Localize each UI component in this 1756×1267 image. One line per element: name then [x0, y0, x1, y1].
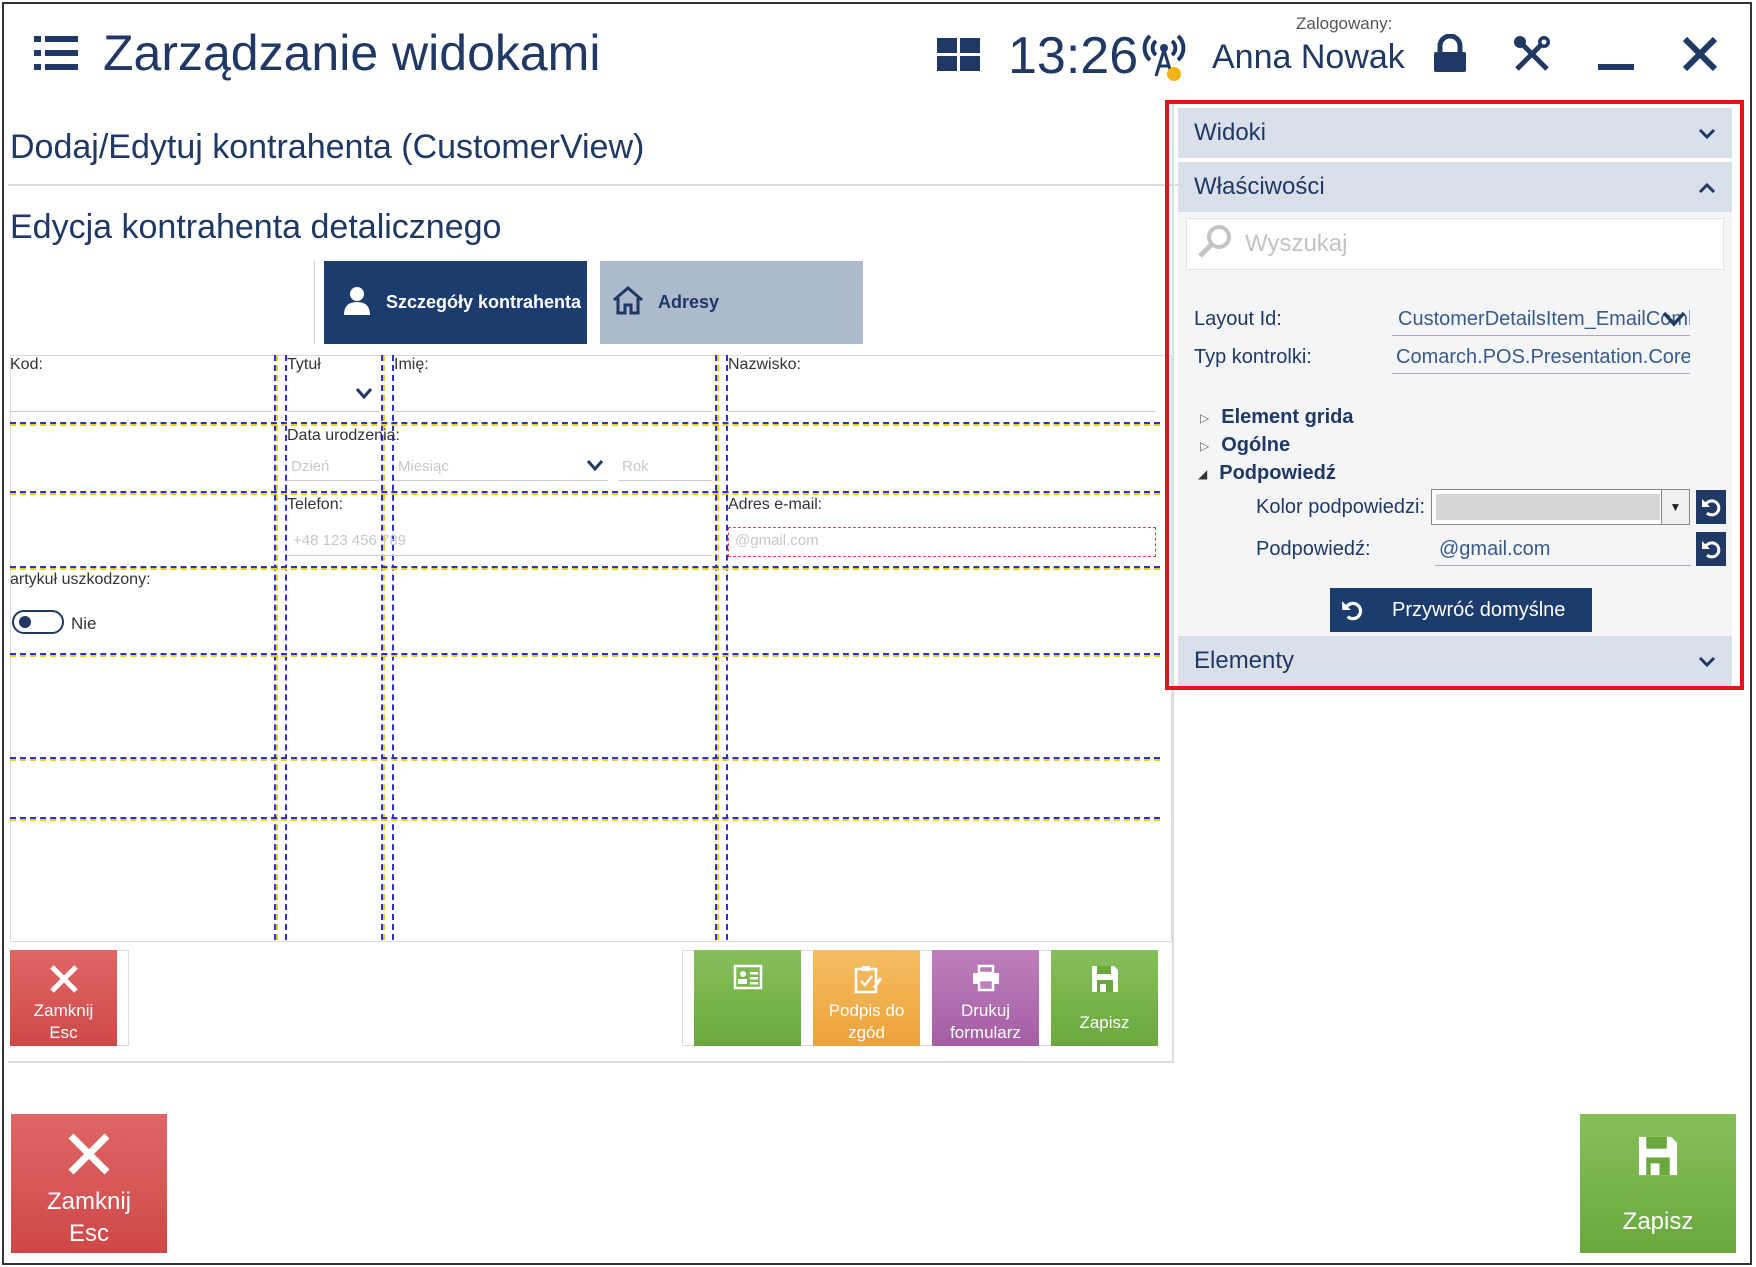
kod-input[interactable] — [10, 380, 272, 412]
day-input[interactable]: Dzień — [287, 456, 379, 481]
imie-input[interactable] — [394, 380, 712, 412]
save-button[interactable]: Zapisz — [1580, 1114, 1736, 1253]
tab-bracket — [314, 261, 324, 344]
tab-label: Szczegóły kontrahenta — [386, 292, 582, 312]
close-shortcut: Esc — [49, 1023, 78, 1042]
close-icon[interactable] — [1680, 34, 1724, 78]
email-input[interactable]: @gmail.com — [728, 527, 1156, 557]
kod-label: Kod: — [10, 356, 43, 373]
inner-close-button[interactable]: Zamknij Esc — [10, 950, 117, 1046]
inner-save-button[interactable]: Zapisz — [1051, 950, 1158, 1046]
close-shortcut: Esc — [68, 1220, 109, 1247]
hamburger-icon[interactable] — [34, 36, 78, 70]
grid-guide — [10, 759, 1160, 761]
signal-icon[interactable] — [1140, 28, 1188, 84]
month-select[interactable]: Miesiąc — [394, 456, 608, 481]
close-label: Zamknij — [46, 1188, 131, 1215]
highlight-frame — [1165, 100, 1744, 690]
save-label: Zapisz — [1079, 1013, 1130, 1032]
print-label-2: formularz — [950, 1023, 1021, 1042]
tytul-label: Tytuł — [287, 356, 321, 373]
tiles-icon[interactable] — [937, 38, 981, 72]
page-title: Dodaj/Edytuj kontrahenta (CustomerView) — [10, 128, 645, 166]
user-name[interactable]: Anna Nowak — [1212, 38, 1405, 77]
contact-card-button[interactable] — [694, 950, 801, 1046]
imie-label: Imię: — [394, 356, 429, 373]
email-label: Adres e-mail: — [728, 496, 823, 513]
tab-addresses[interactable]: Adresy — [600, 261, 863, 344]
person-icon — [342, 285, 372, 320]
save-icon — [1091, 966, 1118, 992]
lock-icon[interactable] — [1430, 33, 1474, 78]
close-icon — [68, 1133, 110, 1175]
close-button[interactable]: Zamknij Esc — [11, 1114, 167, 1253]
close-label: Zamknij — [33, 1001, 94, 1020]
grid-guide — [10, 424, 1160, 426]
damaged-toggle[interactable] — [12, 610, 64, 634]
contact-card-icon — [733, 964, 762, 990]
grid-guide — [276, 355, 278, 940]
month-placeholder: Miesiąc — [398, 458, 449, 475]
toggle-value: Nie — [71, 614, 97, 633]
grid-guide — [717, 355, 719, 940]
telefon-input[interactable]: +48 123 456 789 — [287, 530, 712, 556]
tab-customer-details[interactable]: Szczegóły kontrahenta — [324, 261, 587, 344]
app-title: Zarządzanie widokami — [103, 25, 601, 81]
house-icon — [612, 285, 644, 320]
grid-guide — [726, 355, 728, 940]
section-title: Edycja kontrahenta detalicznego — [10, 208, 502, 246]
chevron-down-icon — [586, 458, 604, 476]
minimize-icon[interactable] — [1598, 64, 1634, 70]
tab-label: Adresy — [658, 292, 720, 312]
sign-label: Podpis do — [828, 1001, 905, 1020]
tytul-select[interactable] — [287, 380, 379, 412]
tools-icon[interactable] — [1512, 34, 1556, 78]
print-form-button[interactable]: Drukuj formularz — [932, 950, 1039, 1046]
nazwisko-input[interactable] — [728, 380, 1156, 412]
birthdate-label: Data urodzenia: — [287, 427, 400, 444]
telefon-label: Telefon: — [287, 496, 344, 513]
logged-in-label: Zalogowany: — [1296, 14, 1393, 33]
save-icon — [1638, 1136, 1678, 1176]
grid-guide — [10, 819, 1160, 821]
consent-sign-button[interactable]: Podpis do zgód — [813, 950, 920, 1046]
grid-guide — [10, 493, 1160, 495]
save-label: Zapisz — [1622, 1208, 1694, 1235]
view-border — [8, 1061, 1174, 1063]
sign-label-2: zgód — [848, 1023, 885, 1042]
clipboard-pen-icon — [854, 966, 882, 994]
chevron-down-icon — [355, 386, 373, 404]
grid-guide — [10, 568, 1160, 570]
nazwisko-label: Nazwisko: — [728, 356, 801, 373]
clock: 13:26 — [1008, 27, 1139, 85]
close-icon — [49, 965, 78, 993]
damaged-label: artykuł uszkodzony: — [10, 571, 151, 588]
form-grid — [10, 355, 1172, 942]
printer-icon — [972, 964, 999, 992]
grid-guide — [10, 655, 1160, 657]
print-label: Drukuj — [960, 1001, 1011, 1020]
title-divider — [8, 184, 1180, 186]
year-input[interactable]: Rok — [618, 456, 712, 481]
